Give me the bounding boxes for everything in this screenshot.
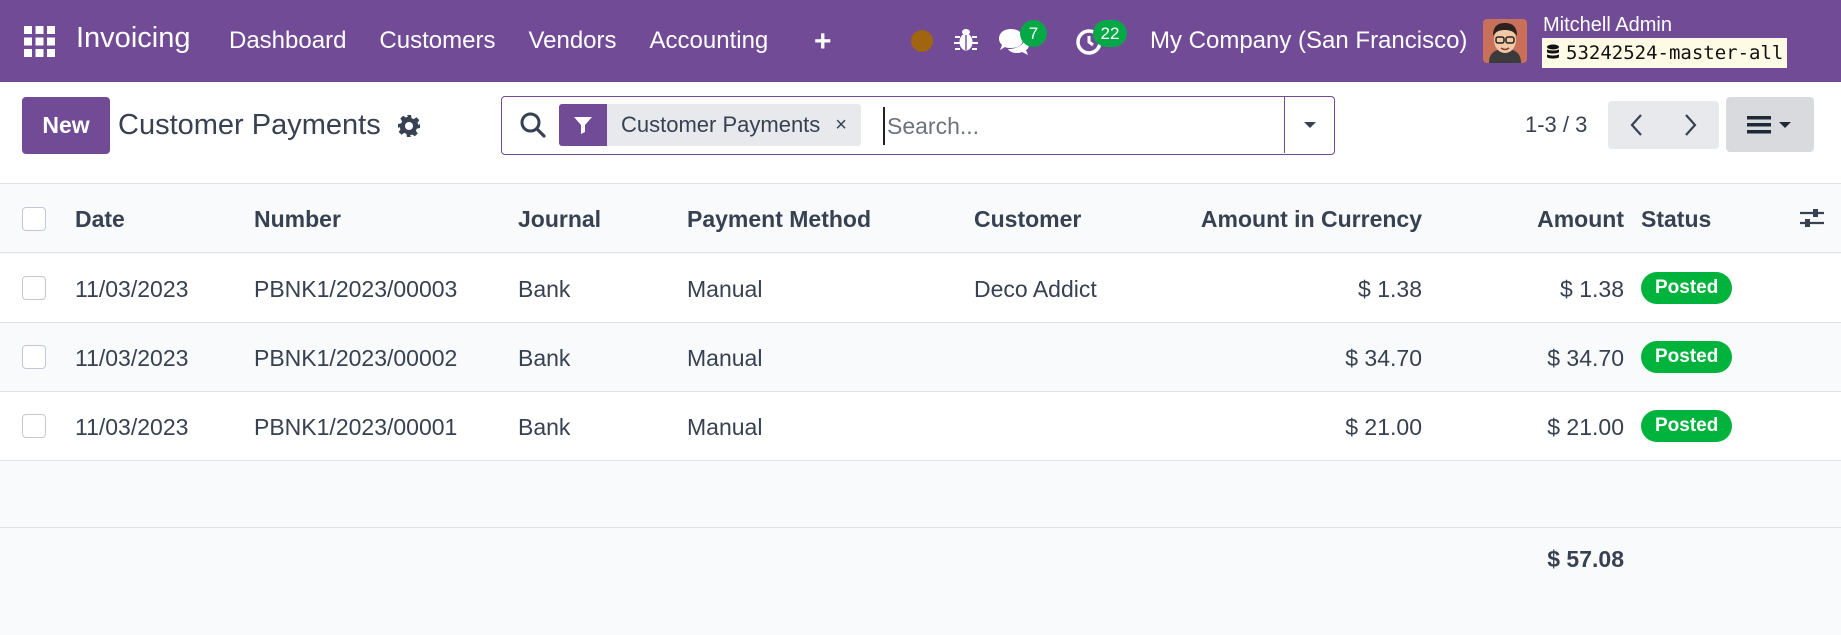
user-avatar[interactable] (1483, 19, 1527, 63)
quick-create-plus-icon[interactable]: + (814, 25, 832, 59)
presence-status-icon[interactable] (911, 30, 933, 52)
status-badge: Posted (1641, 272, 1733, 304)
column-header-payment-method[interactable]: Payment Method (687, 206, 871, 233)
search-input[interactable] (883, 107, 1283, 145)
search-icon[interactable] (519, 111, 547, 139)
search-options-chevron-down-icon[interactable] (1284, 97, 1334, 153)
cell-number: PBNK1/2023/00002 (254, 345, 458, 371)
facet-remove-icon[interactable]: × (820, 104, 861, 146)
status-badge: Posted (1641, 410, 1733, 442)
menu-item-accounting[interactable]: Accounting (650, 27, 769, 55)
page-title[interactable]: Customer Payments (118, 109, 381, 142)
apps-grid-icon[interactable] (24, 26, 55, 57)
payments-list: Date Number Journal Payment Method Custo… (0, 183, 1841, 635)
cell-customer: Deco Addict (974, 276, 1097, 302)
column-header-amount[interactable]: Amount (1537, 206, 1624, 233)
list-view-switcher[interactable] (1726, 97, 1814, 152)
menu-item-vendors[interactable]: Vendors (528, 27, 616, 55)
cell-number: PBNK1/2023/00001 (254, 414, 458, 440)
column-header-date[interactable]: Date (75, 206, 125, 233)
cell-journal: Bank (518, 345, 571, 371)
column-header-customer[interactable]: Customer (974, 206, 1081, 233)
search-facet: Customer Payments × (559, 104, 861, 146)
menu-item-dashboard[interactable]: Dashboard (229, 27, 346, 55)
facet-label: Customer Payments (621, 112, 821, 137)
select-all-checkbox[interactable] (22, 207, 46, 231)
table-row[interactable]: 11/03/2023 PBNK1/2023/00002 Bank Manual … (0, 323, 1841, 392)
app-name[interactable]: Invoicing (76, 22, 190, 55)
cell-payment-method: Manual (687, 276, 763, 302)
cell-date: 11/03/2023 (75, 276, 189, 302)
pager-buttons (1608, 101, 1719, 149)
list-view-icon (1747, 115, 1791, 133)
cell-amount: $ 21.00 (1547, 414, 1624, 440)
column-header-journal[interactable]: Journal (518, 206, 601, 233)
pager-previous-icon[interactable] (1608, 101, 1664, 149)
table-row[interactable]: 11/03/2023 PBNK1/2023/00003 Bank Manual … (0, 254, 1841, 323)
filter-funnel-icon (559, 104, 607, 146)
row-checkbox[interactable] (22, 414, 46, 438)
database-tag: 53242524-master-all (1542, 38, 1788, 68)
cell-journal: Bank (518, 414, 571, 440)
database-name: 53242524-master-all (1566, 42, 1784, 64)
cell-amount: $ 34.70 (1547, 345, 1624, 371)
new-button[interactable]: New (22, 97, 110, 154)
cell-amount-in-currency: $ 21.00 (1345, 414, 1422, 440)
optional-columns-sliders-icon[interactable] (1799, 206, 1825, 230)
pager-value[interactable]: 1-3 / 3 (1525, 112, 1587, 138)
top-menu: Dashboard Customers Vendors Accounting (229, 27, 801, 55)
debug-bug-icon[interactable] (954, 26, 978, 54)
cell-date: 11/03/2023 (75, 345, 189, 371)
cell-amount-in-currency: $ 34.70 (1345, 345, 1422, 371)
list-header: Date Number Journal Payment Method Custo… (0, 184, 1841, 253)
column-header-status[interactable]: Status (1641, 206, 1711, 233)
cell-payment-method: Manual (687, 414, 763, 440)
cell-amount: $ 1.38 (1560, 276, 1624, 302)
column-header-number[interactable]: Number (254, 206, 341, 233)
table-row[interactable]: 11/03/2023 PBNK1/2023/00001 Bank Manual … (0, 392, 1841, 461)
cell-amount-in-currency: $ 1.38 (1358, 276, 1422, 302)
row-checkbox[interactable] (22, 345, 46, 369)
cell-date: 11/03/2023 (75, 414, 189, 440)
menu-item-customers[interactable]: Customers (379, 27, 495, 55)
activity-count-badge: 22 (1093, 20, 1127, 47)
database-icon (1547, 44, 1559, 59)
list-footer: $ 57.08 (0, 527, 1841, 635)
user-name[interactable]: Mitchell Admin (1543, 14, 1672, 37)
pager-next-icon[interactable] (1664, 101, 1720, 149)
company-switcher[interactable]: My Company (San Francisco) (1150, 27, 1467, 55)
main-navbar: Invoicing Dashboard Customers Vendors Ac… (0, 0, 1841, 82)
column-header-amount-in-currency[interactable]: Amount in Currency (1201, 206, 1422, 233)
cell-payment-method: Manual (687, 345, 763, 371)
row-checkbox[interactable] (22, 276, 46, 300)
cell-number: PBNK1/2023/00003 (254, 276, 458, 302)
search-bar: Customer Payments × (501, 96, 1335, 155)
amount-total: $ 57.08 (1547, 546, 1624, 572)
status-badge: Posted (1641, 341, 1733, 373)
cell-journal: Bank (518, 276, 571, 302)
messages-count-badge: 7 (1020, 20, 1047, 47)
gear-icon[interactable] (397, 114, 421, 138)
